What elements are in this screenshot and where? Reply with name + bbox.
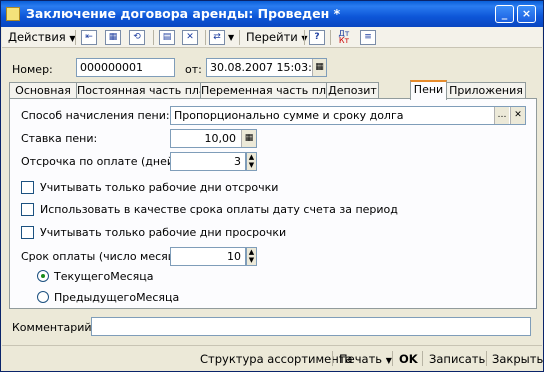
penalty-method-label: Способ начисления пени: [21,109,170,122]
working-days-delay-label: Учитывать только рабочие дни отсрочки [40,181,279,194]
ok-button[interactable]: OK [399,351,418,367]
separator [422,351,423,366]
separator [304,30,305,45]
title-bar[interactable]: Заключение договора аренды: Проведен * _… [1,1,543,27]
payment-delay-field[interactable]: 3 [170,152,246,171]
goto-label: Перейти [246,30,298,44]
working-days-overdue-checkbox[interactable] [21,226,34,239]
separator [392,351,393,366]
current-month-label: ТекущегоМесяца [54,270,154,283]
working-days-delay-checkbox[interactable] [21,181,34,194]
separator [332,351,333,366]
print-button[interactable]: Печать ▼ [339,351,392,367]
tab-fixed-payment[interactable]: Постоянная часть платы [76,82,221,99]
separator [239,30,240,45]
dt-kt-icon[interactable]: Дт Кт [336,30,352,45]
working-days-overdue-label: Учитывать только рабочие дни просрочки [40,226,287,239]
actions-label: Действия [8,30,66,44]
actions-menu[interactable]: Действия ▼ [8,29,76,46]
due-day-spinner[interactable]: ▲ ▼ [246,247,257,266]
separator [205,30,206,45]
delay-spinner[interactable]: ▲ ▼ [246,152,257,171]
separator [153,30,154,45]
post-document-icon[interactable]: ▤ [159,30,175,45]
footer-bar: Структура ассортимента Печать ▼ OK Запис… [2,345,543,371]
close-window-button[interactable]: × [517,5,536,23]
clear-icon[interactable]: ✕ [510,107,525,124]
previous-month-radio[interactable] [37,291,49,303]
toolbar: Действия ▼ ⇤ ▦ ⟲ ▤ ✕ ⇄ ▼ Перейти ▼ ? Дт … [2,27,542,48]
report-icon[interactable]: ≡ [360,30,376,45]
tab-variable-payment[interactable]: Переменная часть платы [200,82,348,99]
first-arrow-icon[interactable]: ⇤ [81,30,97,45]
kt-label: Кт [338,36,350,45]
goto-menu[interactable]: Перейти ▼ [246,29,308,46]
penalty-rate-value: 10,00 [204,132,237,145]
previous-month-label: ПредыдущегоМесяца [54,291,180,304]
payment-delay-label: Отсрочка по оплате (дней): [21,155,182,168]
tab-deposit[interactable]: Депозит [326,82,379,99]
penalty-method-field[interactable]: Пропорционально сумме и сроку долга … ✕ [170,106,526,125]
unpost-document-icon[interactable]: ✕ [182,30,198,45]
comment-field[interactable] [91,317,531,336]
print-label: Печать [339,352,383,366]
date-field[interactable]: 30.08.2007 15:03:47 ▦ [206,58,327,77]
penalty-panel: Способ начисления пени: Пропорционально … [9,98,537,309]
current-month-radio[interactable] [37,270,49,282]
tab-main[interactable]: Основная [9,82,77,99]
number-field[interactable]: 000000001 [76,58,175,77]
assortment-structure-button[interactable]: Структура ассортимента [200,351,353,367]
save-button[interactable]: Записать [429,351,485,367]
invoice-date-label: Использовать в качестве срока оплаты дат… [40,203,398,216]
penalty-rate-label: Ставка пени: [21,132,98,145]
calculator-icon[interactable]: ▦ [105,30,121,45]
tab-attachments[interactable]: Приложения [446,82,526,99]
comment-label: Комментарий: [12,321,96,334]
close-button[interactable]: Закрыть [492,351,543,367]
help-icon[interactable]: ? [309,30,325,45]
separator [330,30,331,45]
calculator-icon[interactable]: ▦ [241,130,256,147]
chevron-down-icon: ▼ [385,356,392,365]
separator [486,351,487,366]
tab-penalty[interactable]: Пени [410,80,447,100]
based-on-icon[interactable]: ⇄ [209,30,225,45]
number-label: Номер: [12,63,53,76]
due-day-field[interactable]: 10 [170,247,246,266]
penalty-rate-field[interactable]: 10,00 ▦ [170,129,257,148]
separator [75,30,76,45]
chevron-down-icon[interactable]: ▼ [228,29,234,46]
minimize-button[interactable]: _ [495,5,514,23]
calendar-icon[interactable]: ▦ [312,59,326,76]
invoice-date-checkbox[interactable] [21,203,34,216]
refresh-icon[interactable]: ⟲ [129,30,145,45]
document-icon [6,7,20,21]
window-title: Заключение договора аренды: Проведен * [26,6,341,21]
select-button[interactable]: … [494,107,509,124]
tab-strip: Основная Постоянная часть платы Переменн… [9,80,537,100]
due-day-label: Срок оплаты (число месяца): [21,250,191,263]
document-window: Заключение договора аренды: Проведен * _… [0,0,544,372]
date-label: от: [185,63,202,76]
penalty-method-value: Пропорционально сумме и сроку долга [174,109,404,122]
date-value: 30.08.2007 15:03:47 [210,61,326,74]
